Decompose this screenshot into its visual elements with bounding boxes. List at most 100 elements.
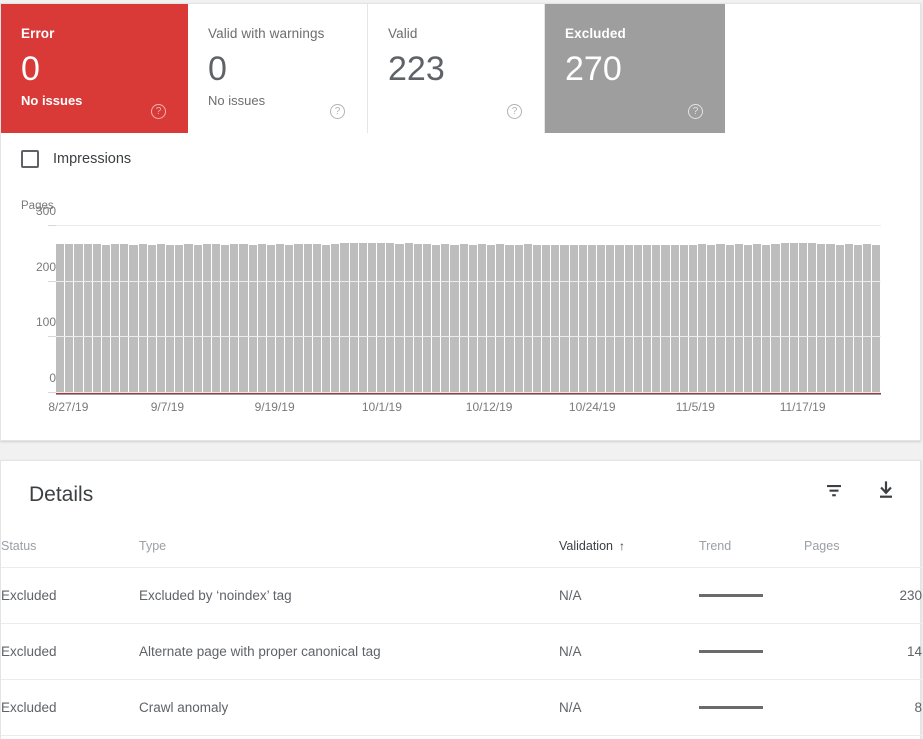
chart-bar[interactable] (211, 244, 221, 393)
chart-bar[interactable] (175, 244, 184, 393)
chart-bar[interactable] (587, 244, 597, 393)
download-icon[interactable] (874, 479, 898, 503)
chart-bar[interactable] (725, 244, 734, 393)
chart-bar[interactable] (633, 245, 642, 393)
chart-bar[interactable] (230, 243, 239, 393)
chart-bar[interactable] (496, 244, 505, 393)
column-header-validation[interactable]: Validation ↑ (559, 533, 699, 568)
table-row[interactable]: Excluded Alternate page with proper canon… (1, 623, 922, 680)
chart-bar[interactable] (771, 243, 780, 393)
chart-bar[interactable] (367, 242, 377, 393)
chart-bar[interactable] (798, 242, 808, 393)
chart-bar[interactable] (386, 242, 395, 393)
chart-bar[interactable] (523, 244, 532, 393)
chart-bar[interactable] (129, 244, 138, 393)
impressions-checkbox[interactable] (21, 150, 39, 168)
chart-bar[interactable] (863, 244, 872, 393)
chart-bar[interactable] (377, 243, 386, 393)
chart-bar[interactable] (505, 244, 514, 393)
chart-bar[interactable] (643, 244, 652, 393)
chart-bar[interactable] (569, 244, 578, 393)
column-header-pages[interactable]: Pages (804, 533, 922, 568)
column-header-trend[interactable]: Trend (699, 533, 804, 568)
chart-bar[interactable] (679, 244, 688, 393)
chart-bar[interactable] (652, 245, 661, 393)
chart-bar[interactable] (487, 244, 496, 393)
chart-bar[interactable] (202, 244, 211, 393)
chart-bar[interactable] (542, 245, 551, 393)
chart-bar[interactable] (276, 244, 285, 393)
chart-bar[interactable] (734, 244, 743, 393)
chart-bar[interactable] (184, 244, 193, 393)
chart-bar[interactable] (780, 243, 789, 393)
chart-bar[interactable] (835, 244, 844, 393)
chart-bar[interactable] (688, 244, 698, 393)
chart-bar[interactable] (817, 243, 826, 393)
chart-bar[interactable] (239, 244, 248, 393)
impressions-toggle[interactable]: Impressions (21, 150, 131, 168)
chart-bar[interactable] (395, 243, 404, 393)
chart-bar[interactable] (826, 244, 835, 393)
chart-bar[interactable] (789, 243, 798, 393)
chart-bar[interactable] (432, 244, 441, 393)
chart-bar[interactable] (670, 245, 679, 393)
chart-bar[interactable] (193, 244, 202, 393)
chart-bar[interactable] (468, 244, 477, 393)
chart-bar[interactable] (450, 244, 459, 393)
chart-bar[interactable] (441, 244, 450, 393)
chart-bar[interactable] (698, 244, 707, 393)
chart-bar[interactable] (221, 244, 230, 393)
chart-bar[interactable] (340, 242, 349, 393)
chart-bar[interactable] (808, 243, 817, 393)
chart-bar[interactable] (312, 244, 321, 393)
chart-bar[interactable] (532, 244, 542, 393)
help-icon[interactable]: ? (688, 104, 703, 119)
column-header-status[interactable]: Status (1, 533, 139, 568)
chart-bar[interactable] (606, 244, 615, 393)
chart-bar[interactable] (257, 244, 266, 393)
chart-bar[interactable] (248, 244, 257, 393)
chart-bar[interactable] (56, 243, 65, 393)
chart-bar[interactable] (753, 244, 762, 393)
summary-tab-valid[interactable]: Valid 223 ? (368, 4, 545, 133)
chart-bar[interactable] (514, 244, 523, 393)
chart-bar[interactable] (321, 244, 331, 393)
chart-bar[interactable] (65, 244, 74, 393)
chart-bar[interactable] (413, 243, 422, 393)
chart-bar[interactable] (707, 244, 716, 393)
chart-bar[interactable] (762, 244, 771, 393)
chart-bar[interactable] (459, 244, 468, 393)
chart-bar[interactable] (120, 244, 129, 393)
chart-bar[interactable] (266, 244, 276, 393)
filter-icon[interactable] (822, 479, 846, 503)
help-icon[interactable]: ? (507, 104, 522, 119)
chart-bar[interactable] (661, 244, 670, 393)
chart-bar[interactable] (138, 244, 147, 393)
chart-bar[interactable] (404, 243, 413, 393)
chart-bar[interactable] (578, 245, 587, 393)
chart-bar[interactable] (743, 244, 753, 393)
chart-bar[interactable] (156, 244, 166, 393)
chart-bar[interactable] (294, 244, 303, 393)
chart-bar[interactable] (872, 244, 881, 393)
chart-bar[interactable] (716, 244, 725, 393)
help-icon[interactable]: ? (330, 104, 345, 119)
chart-bar[interactable] (111, 244, 120, 393)
chart-bar[interactable] (358, 243, 367, 393)
chart-bar[interactable] (597, 245, 606, 393)
chart-bar[interactable] (147, 244, 156, 393)
column-header-type[interactable]: Type (139, 533, 559, 568)
chart-bar[interactable] (101, 244, 111, 393)
chart-bar[interactable] (74, 244, 83, 393)
table-row[interactable]: Excluded Crawl anomaly N/A 8 (1, 679, 922, 736)
chart-bar[interactable] (83, 243, 92, 393)
chart-bar[interactable] (844, 244, 853, 393)
chart-bar[interactable] (853, 244, 863, 393)
chart-bar[interactable] (349, 242, 358, 393)
summary-tab-valid-with-warnings[interactable]: Valid with warnings 0 No issues ? (188, 4, 368, 133)
chart-bar[interactable] (551, 244, 560, 393)
chart-bar[interactable] (560, 245, 569, 393)
chart-bar[interactable] (303, 243, 312, 393)
chart-bar[interactable] (285, 244, 294, 393)
summary-tab-excluded[interactable]: Excluded 270 ? (545, 4, 725, 133)
